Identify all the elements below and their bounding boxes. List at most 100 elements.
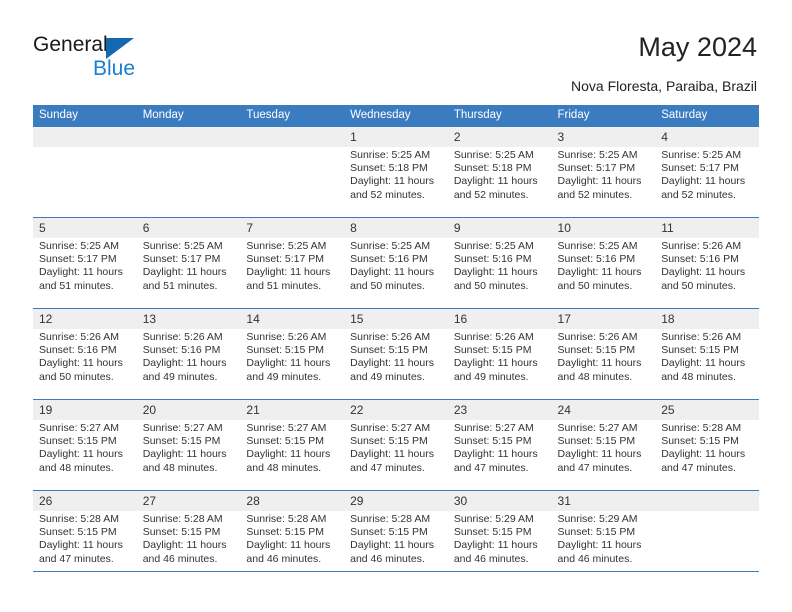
week-1-info-row: Sunrise: 5:25 AM Sunset: 5:18 PM Dayligh… bbox=[33, 147, 759, 218]
week-2-number-row: 5 6 7 8 9 10 11 bbox=[33, 217, 759, 238]
day-cell[interactable]: Sunrise: 5:26 AM Sunset: 5:16 PM Dayligh… bbox=[655, 238, 759, 309]
day-cell[interactable]: Sunrise: 5:27 AM Sunset: 5:15 PM Dayligh… bbox=[240, 420, 345, 491]
daylight-text-line1: Daylight: 11 hours bbox=[661, 448, 746, 461]
daylight-text-line1: Daylight: 11 hours bbox=[39, 448, 123, 461]
day-cell[interactable]: Sunrise: 5:25 AM Sunset: 5:16 PM Dayligh… bbox=[344, 238, 448, 309]
daylight-text-line2: and 48 minutes. bbox=[246, 461, 322, 474]
day-cell[interactable] bbox=[240, 147, 345, 218]
day-number: 29 bbox=[344, 490, 448, 511]
day-cell[interactable] bbox=[136, 147, 241, 218]
day-cell[interactable]: Sunrise: 5:25 AM Sunset: 5:16 PM Dayligh… bbox=[447, 238, 552, 309]
day-number: 16 bbox=[447, 308, 552, 329]
daylight-text-line2: and 50 minutes. bbox=[453, 279, 529, 292]
day-cell[interactable]: Sunrise: 5:25 AM Sunset: 5:17 PM Dayligh… bbox=[551, 147, 656, 218]
sunrise-text: Sunrise: 5:26 AM bbox=[39, 331, 119, 343]
sunrise-text: Sunrise: 5:28 AM bbox=[142, 513, 223, 525]
day-cell[interactable]: Sunrise: 5:25 AM Sunset: 5:17 PM Dayligh… bbox=[655, 147, 759, 218]
day-cell[interactable]: Sunrise: 5:25 AM Sunset: 5:17 PM Dayligh… bbox=[136, 238, 241, 309]
day-cell[interactable]: Sunrise: 5:26 AM Sunset: 5:15 PM Dayligh… bbox=[655, 329, 759, 400]
sunset-text: Sunset: 5:16 PM bbox=[453, 253, 532, 266]
daylight-text-line2: and 47 minutes. bbox=[350, 461, 425, 474]
sunset-text: Sunset: 5:15 PM bbox=[453, 526, 532, 539]
sunrise-text: Sunrise: 5:27 AM bbox=[557, 422, 638, 434]
day-number: 14 bbox=[240, 308, 345, 329]
sunrise-text: Sunrise: 5:25 AM bbox=[453, 240, 534, 252]
day-cell[interactable]: Sunrise: 5:27 AM Sunset: 5:15 PM Dayligh… bbox=[447, 420, 552, 491]
day-cell[interactable] bbox=[33, 147, 137, 218]
day-number: 5 bbox=[33, 217, 137, 238]
daylight-text-line1: Daylight: 11 hours bbox=[557, 539, 642, 552]
day-number: 15 bbox=[344, 308, 448, 329]
daylight-text-line2: and 49 minutes. bbox=[453, 370, 529, 383]
sunset-text: Sunset: 5:15 PM bbox=[142, 435, 221, 448]
daylight-text-line1: Daylight: 11 hours bbox=[350, 266, 434, 279]
sunset-text: Sunset: 5:15 PM bbox=[142, 526, 221, 539]
month-calendar-table: Sunday Monday Tuesday Wednesday Thursday… bbox=[33, 105, 759, 581]
sunrise-text: Sunrise: 5:25 AM bbox=[39, 240, 119, 252]
sunset-text: Sunset: 5:17 PM bbox=[557, 162, 636, 175]
daylight-text-line2: and 46 minutes. bbox=[350, 552, 425, 565]
week-3-info-row: Sunrise: 5:26 AM Sunset: 5:16 PM Dayligh… bbox=[33, 329, 759, 400]
day-number: 24 bbox=[551, 399, 656, 420]
day-cell[interactable]: Sunrise: 5:26 AM Sunset: 5:16 PM Dayligh… bbox=[33, 329, 137, 400]
sunset-text: Sunset: 5:17 PM bbox=[661, 162, 739, 175]
sunrise-text: Sunrise: 5:25 AM bbox=[350, 149, 431, 161]
day-cell[interactable]: Sunrise: 5:25 AM Sunset: 5:17 PM Dayligh… bbox=[33, 238, 137, 309]
day-cell[interactable]: Sunrise: 5:27 AM Sunset: 5:15 PM Dayligh… bbox=[136, 420, 241, 491]
sunrise-text: Sunrise: 5:26 AM bbox=[350, 331, 431, 343]
sunrise-text: Sunrise: 5:26 AM bbox=[661, 331, 742, 343]
day-cell[interactable]: Sunrise: 5:27 AM Sunset: 5:15 PM Dayligh… bbox=[33, 420, 137, 491]
sunset-text: Sunset: 5:15 PM bbox=[557, 526, 636, 539]
sunset-text: Sunset: 5:15 PM bbox=[350, 435, 428, 448]
weekday-header-sunday: Sunday bbox=[33, 105, 137, 127]
day-cell[interactable]: Sunrise: 5:27 AM Sunset: 5:15 PM Dayligh… bbox=[344, 420, 448, 491]
day-number: 30 bbox=[447, 490, 552, 511]
sunset-text: Sunset: 5:16 PM bbox=[661, 253, 739, 266]
day-cell[interactable]: Sunrise: 5:26 AM Sunset: 5:15 PM Dayligh… bbox=[344, 329, 448, 400]
daylight-text-line2: and 50 minutes. bbox=[557, 279, 633, 292]
day-number: 13 bbox=[136, 308, 241, 329]
day-cell[interactable]: Sunrise: 5:27 AM Sunset: 5:15 PM Dayligh… bbox=[551, 420, 656, 491]
weekday-header-thursday: Thursday bbox=[447, 105, 552, 127]
day-number: 31 bbox=[551, 490, 656, 511]
day-cell[interactable]: Sunrise: 5:26 AM Sunset: 5:15 PM Dayligh… bbox=[447, 329, 552, 400]
sunrise-text: Sunrise: 5:25 AM bbox=[142, 240, 223, 252]
day-cell[interactable]: Sunrise: 5:26 AM Sunset: 5:16 PM Dayligh… bbox=[136, 329, 241, 400]
daylight-text-line1: Daylight: 11 hours bbox=[142, 266, 227, 279]
sunrise-text: Sunrise: 5:26 AM bbox=[246, 331, 327, 343]
daylight-text-line1: Daylight: 11 hours bbox=[453, 448, 538, 461]
day-number: 20 bbox=[136, 399, 241, 420]
daylight-text-line2: and 52 minutes. bbox=[350, 188, 425, 201]
day-number: 8 bbox=[344, 217, 448, 238]
week-4-info-row: Sunrise: 5:27 AM Sunset: 5:15 PM Dayligh… bbox=[33, 420, 759, 491]
day-cell[interactable]: Sunrise: 5:25 AM Sunset: 5:18 PM Dayligh… bbox=[344, 147, 448, 218]
day-number bbox=[240, 127, 345, 147]
day-cell[interactable]: Sunrise: 5:25 AM Sunset: 5:17 PM Dayligh… bbox=[240, 238, 345, 309]
sunrise-text: Sunrise: 5:27 AM bbox=[453, 422, 534, 434]
daylight-text-line2: and 48 minutes. bbox=[661, 370, 736, 383]
daylight-text-line2: and 52 minutes. bbox=[453, 188, 529, 201]
day-cell[interactable]: Sunrise: 5:25 AM Sunset: 5:18 PM Dayligh… bbox=[447, 147, 552, 218]
daylight-text-line2: and 47 minutes. bbox=[557, 461, 633, 474]
day-number: 25 bbox=[655, 399, 759, 420]
week-3-number-row: 12 13 14 15 16 17 18 bbox=[33, 308, 759, 329]
sunset-text: Sunset: 5:17 PM bbox=[246, 253, 325, 266]
sunset-text: Sunset: 5:15 PM bbox=[453, 344, 532, 357]
daylight-text-line2: and 52 minutes. bbox=[661, 188, 736, 201]
daylight-text-line1: Daylight: 11 hours bbox=[453, 539, 538, 552]
day-number: 10 bbox=[551, 217, 656, 238]
calendar-body: 1 2 3 4 Sunrise: 5:25 AM Sunset: 5:18 PM… bbox=[33, 127, 759, 581]
day-number bbox=[136, 127, 241, 147]
page-subtitle-location: Nova Floresta, Paraiba, Brazil bbox=[571, 78, 757, 94]
day-cell[interactable]: Sunrise: 5:25 AM Sunset: 5:16 PM Dayligh… bbox=[551, 238, 656, 309]
general-blue-logo: General Blue bbox=[33, 33, 263, 83]
daylight-text-line2: and 49 minutes. bbox=[246, 370, 322, 383]
day-cell[interactable]: Sunrise: 5:28 AM Sunset: 5:15 PM Dayligh… bbox=[655, 420, 759, 491]
sunrise-text: Sunrise: 5:25 AM bbox=[246, 240, 327, 252]
daylight-text-line1: Daylight: 11 hours bbox=[246, 448, 331, 461]
daylight-text-line2: and 51 minutes. bbox=[39, 279, 114, 292]
sunset-text: Sunset: 5:15 PM bbox=[661, 344, 739, 357]
day-cell[interactable]: Sunrise: 5:26 AM Sunset: 5:15 PM Dayligh… bbox=[240, 329, 345, 400]
day-cell[interactable]: Sunrise: 5:26 AM Sunset: 5:15 PM Dayligh… bbox=[551, 329, 656, 400]
sunset-text: Sunset: 5:16 PM bbox=[557, 253, 636, 266]
